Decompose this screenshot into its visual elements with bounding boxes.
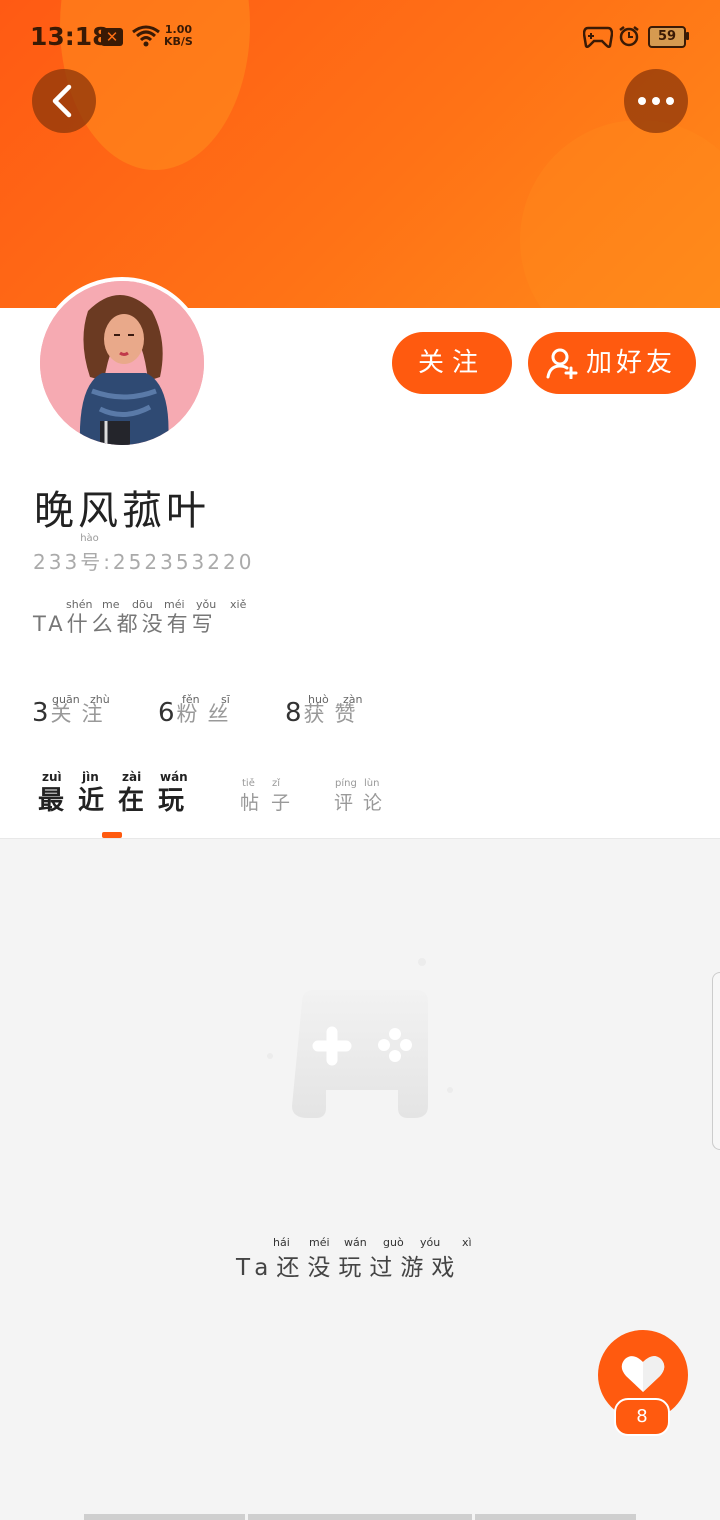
gamepad-icon — [267, 958, 453, 1118]
empty-state-text: Ta还没玩过游戏 — [236, 1248, 462, 1282]
pinyin: wán — [344, 1236, 367, 1249]
pinyin: xiě — [230, 598, 247, 611]
pinyin: wán — [160, 770, 188, 784]
add-user-icon — [546, 348, 578, 379]
avatar-illustration — [40, 281, 204, 445]
pinyin: jìn — [82, 770, 99, 784]
pinyin: hào — [80, 533, 99, 544]
pinyin: zuì — [42, 770, 62, 784]
pinyin: zài — [122, 770, 142, 784]
user-id-value: :252353220 — [103, 550, 255, 574]
network-speed-unit: KB/S — [164, 35, 193, 48]
pinyin: píng — [335, 778, 357, 789]
indicator-bar — [84, 1514, 245, 1520]
status-time: 13:18 — [30, 22, 110, 51]
pinyin: me — [102, 598, 120, 611]
tab-recently-played[interactable]: 最近在玩 — [38, 780, 198, 817]
indicator-bar — [475, 1514, 636, 1520]
pinyin: zǐ — [272, 778, 281, 789]
pinyin: sī — [221, 693, 230, 706]
pinyin: dōu — [132, 598, 153, 611]
follow-button[interactable]: 关注 — [392, 332, 512, 394]
pinyin: zàn — [343, 693, 363, 706]
alarm-icon — [619, 26, 639, 47]
status-bar: 13:18 ✕ 1.00 KB/S 59 — [0, 0, 720, 72]
pinyin: zhù — [90, 693, 110, 706]
pinyin: yóu — [420, 1236, 441, 1249]
pinyin: lùn — [364, 778, 380, 789]
pinyin: huò — [308, 693, 329, 706]
side-drawer-handle[interactable] — [712, 972, 720, 1150]
pinyin: hái — [273, 1236, 290, 1249]
battery-tip — [686, 32, 689, 40]
pinyin: guān — [52, 693, 80, 706]
bottom-indicator-bars — [84, 1514, 636, 1520]
chevron-left-icon — [52, 84, 72, 118]
stat-value: 3 — [32, 698, 49, 728]
pinyin: guò — [383, 1236, 404, 1249]
user-id-prefix: 233 — [33, 550, 81, 574]
pinyin: shén — [66, 598, 93, 611]
stat-value: 6 — [158, 698, 175, 728]
pinyin: xì — [462, 1236, 472, 1249]
banner-decoration — [520, 120, 720, 308]
indicator-bar — [248, 1514, 472, 1520]
pinyin: méi — [309, 1236, 330, 1249]
battery-indicator: 59 — [648, 26, 686, 48]
like-count-badge: 8 — [614, 1398, 670, 1436]
tab-divider — [0, 838, 720, 839]
add-friend-label: 加好友 — [586, 348, 677, 378]
user-id: 233 hào 号:252353220 — [33, 533, 255, 575]
bio-prefix: TA — [33, 612, 67, 636]
wifi-icon — [132, 25, 160, 47]
pinyin: méi — [164, 598, 185, 611]
user-bio: TA什么都没有写 — [33, 608, 217, 638]
user-name: 晚风菰叶 — [34, 488, 210, 534]
pinyin: tiě — [242, 778, 255, 789]
tab-posts[interactable]: 帖子 — [240, 788, 302, 815]
back-button[interactable] — [32, 69, 96, 133]
empty-state-message: 还没玩过游戏 — [276, 1255, 463, 1281]
user-id-hanzi: 号 — [80, 550, 104, 574]
bio-text: 什么都没有写 — [66, 612, 217, 636]
pinyin: fěn — [182, 693, 200, 706]
stat-value: 8 — [285, 698, 302, 728]
network-speed: 1.00 KB/S — [164, 24, 193, 48]
tab-comments[interactable]: 评论 — [334, 788, 392, 815]
empty-state-prefix: Ta — [236, 1255, 277, 1281]
pinyin: yǒu — [196, 598, 217, 611]
avatar[interactable] — [36, 277, 208, 449]
add-friend-button[interactable]: 加好友 — [528, 332, 696, 394]
game-mode-icon — [583, 26, 613, 48]
more-options-button[interactable] — [624, 69, 688, 133]
notification-x-icon: ✕ — [101, 28, 123, 46]
more-dots-icon — [638, 97, 674, 105]
